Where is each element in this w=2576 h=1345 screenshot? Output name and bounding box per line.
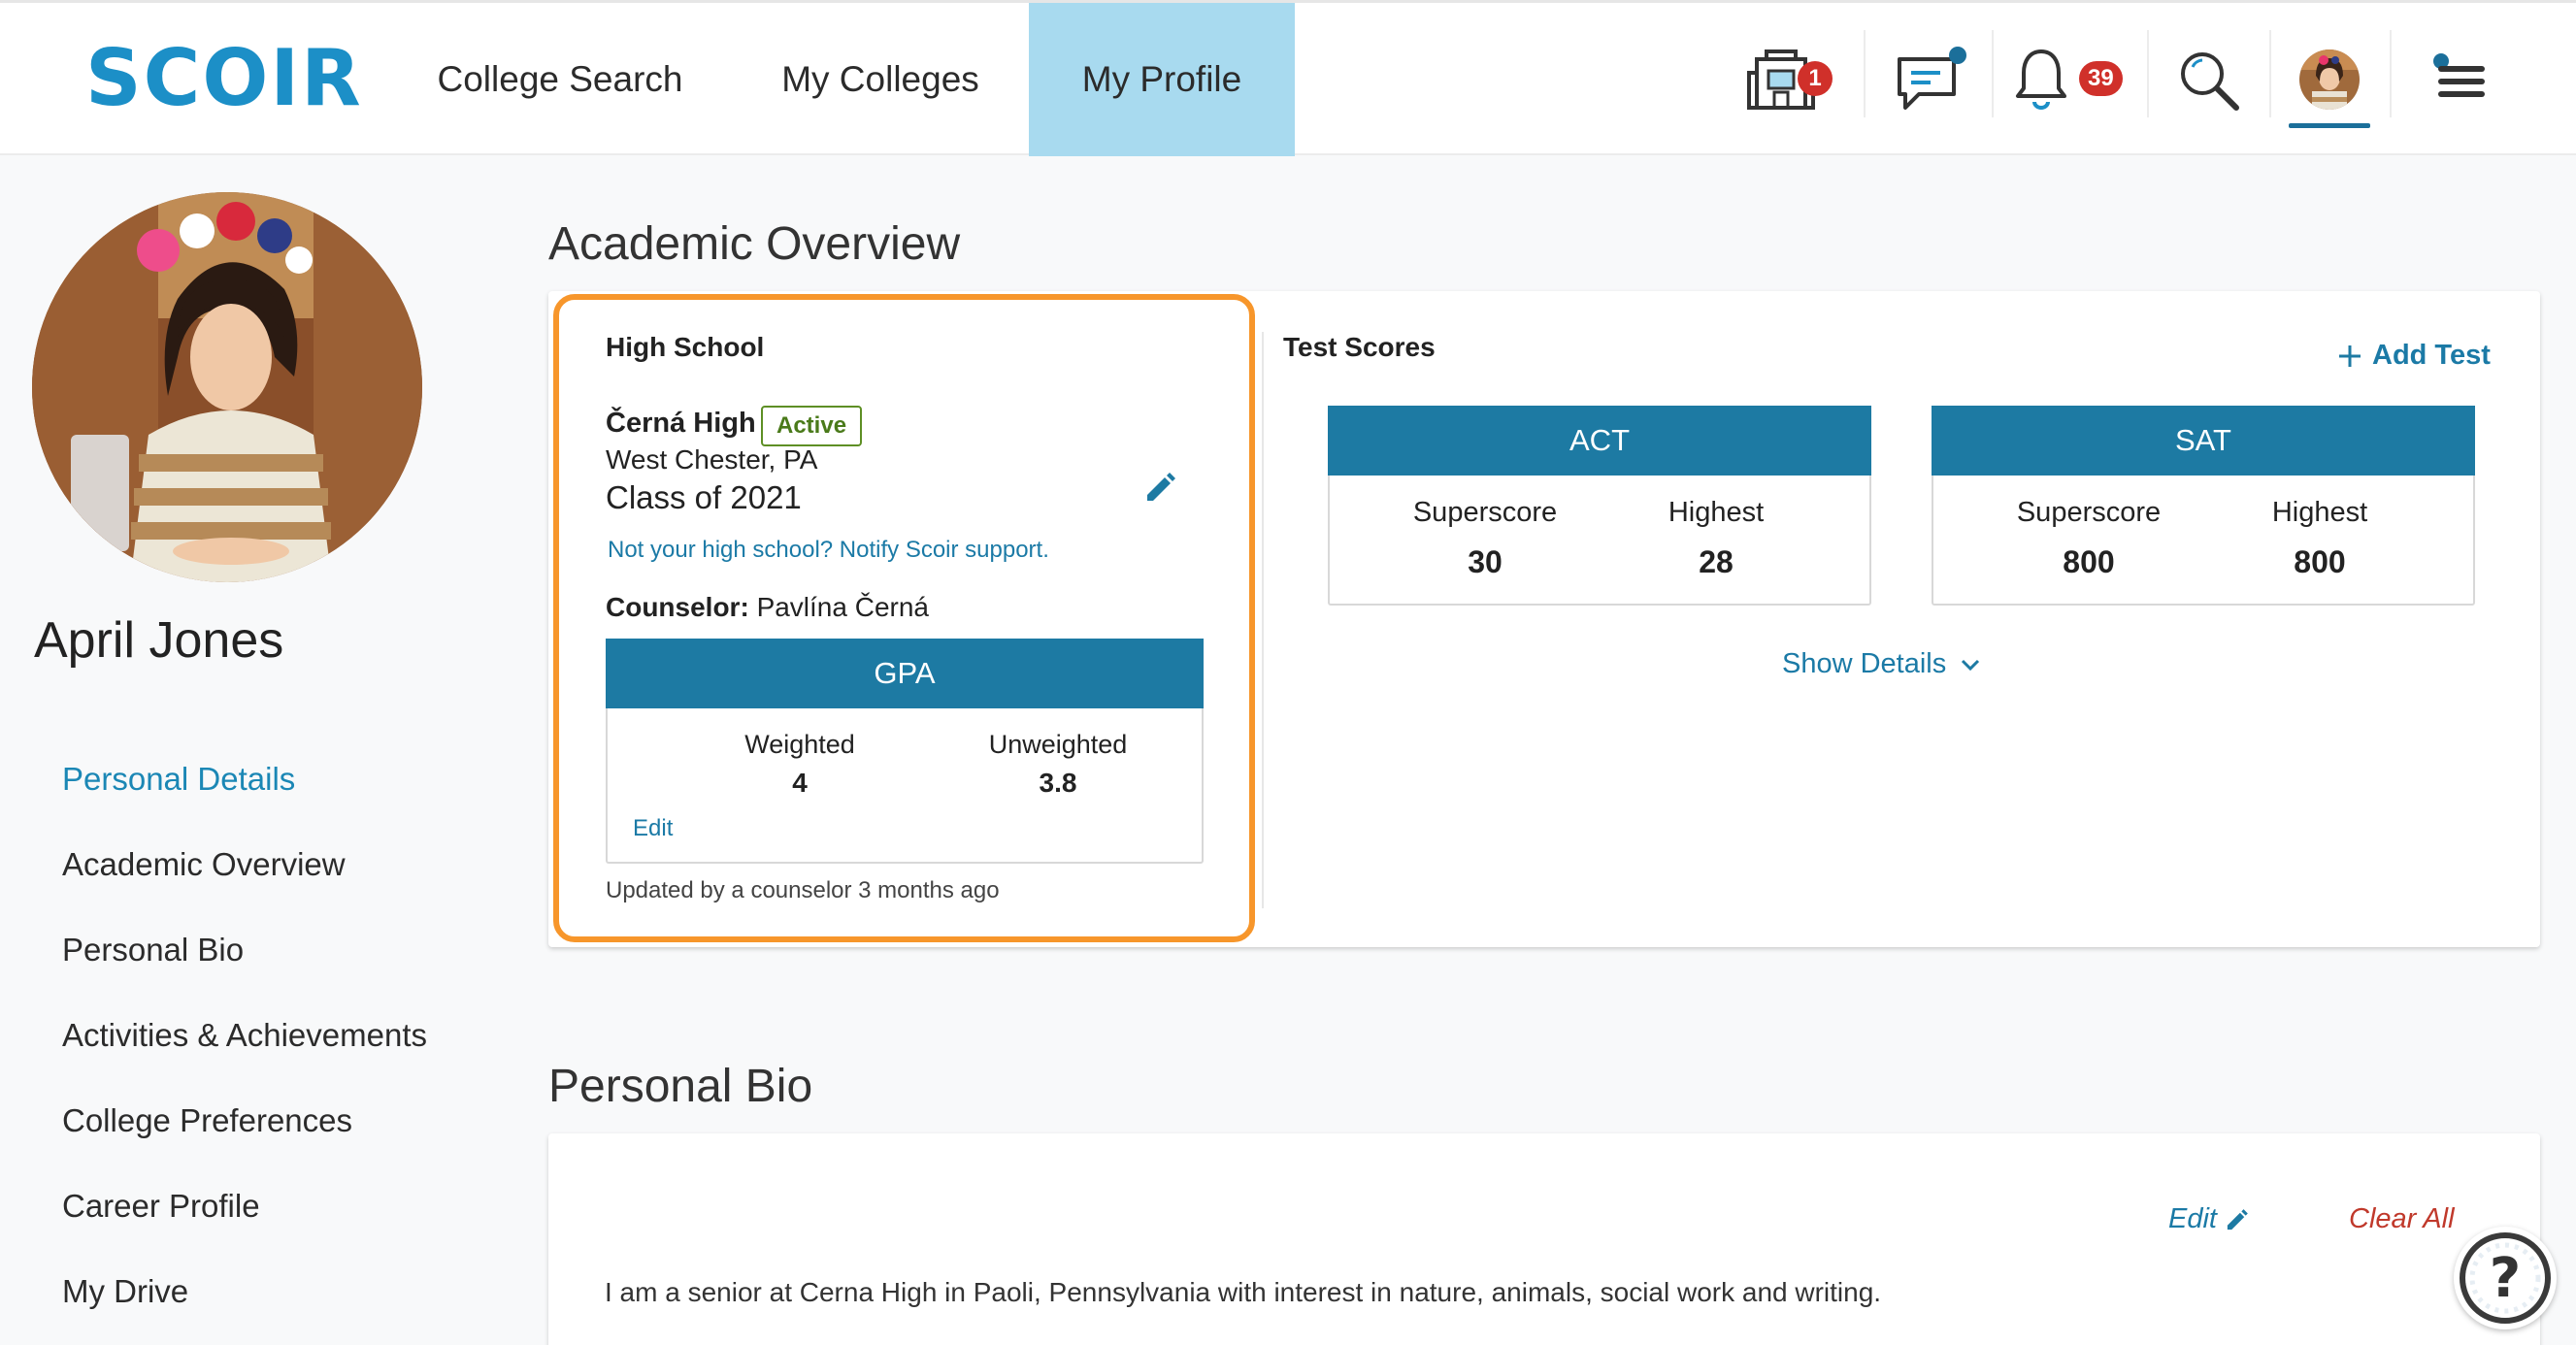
sidebar-item-career-profile[interactable]: Career Profile (62, 1188, 260, 1225)
show-details-label: Show Details (1782, 648, 1947, 679)
divider (1864, 30, 1866, 117)
act-highest-label: Highest (1668, 497, 1765, 528)
test-scores-heading: Test Scores (1283, 332, 1436, 362)
account-avatar-button[interactable] (2291, 3, 2368, 156)
high-school-highlight (553, 294, 1255, 942)
sat-superscore-label: Superscore (2016, 497, 2162, 528)
sat-highest-label: Highest (2271, 497, 2368, 528)
sat-highest: Highest 800 (2203, 497, 2436, 580)
tab-college-search[interactable]: College Search (408, 3, 712, 156)
help-icon: ? (2460, 1232, 2551, 1324)
student-name: April Jones (34, 612, 284, 669)
bio-edit-button[interactable]: Edit (2168, 1203, 2250, 1235)
sidebar-item-personal-bio[interactable]: Personal Bio (62, 932, 244, 968)
personal-bio-card (548, 1133, 2540, 1345)
bio-clear-all-button[interactable]: Clear All (2349, 1203, 2455, 1235)
tab-my-profile[interactable]: My Profile (1029, 3, 1295, 156)
chat-icon (1898, 47, 1966, 110)
tab-my-colleges[interactable]: My Colleges (747, 3, 1013, 156)
act-superscore-label: Superscore (1412, 497, 1558, 528)
act-highest: Highest 28 (1600, 497, 1833, 580)
panel-divider (1262, 332, 1264, 908)
sidebar-item-my-drive[interactable]: My Drive (62, 1273, 188, 1310)
chevron-down-icon (1962, 659, 1980, 671)
scoir-logo[interactable]: SCOIR (85, 40, 363, 117)
top-header: SCOIR College Search My Colleges My Prof… (0, 0, 2576, 156)
notifications-badge: 39 (2079, 61, 2123, 96)
act-score-card[interactable]: ACT Superscore 30 Highest 28 (1328, 406, 1871, 606)
sidebar-item-academic-overview[interactable]: Academic Overview (62, 846, 346, 883)
hamburger-icon (2433, 53, 2485, 97)
divider (1992, 30, 1994, 117)
colleges-badge: 1 (1798, 61, 1833, 96)
bell-icon (2016, 49, 2066, 110)
divider (2269, 30, 2271, 117)
personal-bio-title: Personal Bio (548, 1061, 813, 1112)
sat-superscore-value: 800 (2063, 544, 2115, 579)
act-superscore: Superscore 30 (1369, 497, 1602, 580)
search-button[interactable] (2164, 3, 2252, 156)
avatar (2299, 49, 2360, 110)
divider (2147, 30, 2149, 117)
pencil-icon (2227, 1208, 2248, 1230)
sat-header: SAT (1932, 406, 2475, 476)
act-header: ACT (1328, 406, 1871, 476)
menu-button[interactable] (2417, 3, 2504, 156)
sidebar-item-college-preferences[interactable]: College Preferences (62, 1102, 352, 1139)
sidebar-item-personal-details[interactable]: Personal Details (62, 761, 295, 798)
divider (2390, 30, 2392, 117)
bio-text: I am a senior at Cerna High in Paoli, Pe… (605, 1277, 1882, 1307)
plus-icon (2339, 344, 2361, 367)
avatar-active-indicator (2289, 123, 2370, 128)
messages-button[interactable] (1883, 3, 1980, 156)
sidebar-item-activities[interactable]: Activities & Achievements (62, 1017, 427, 1054)
help-button[interactable]: ? (2454, 1227, 2557, 1329)
search-icon (2181, 52, 2239, 111)
show-details-button[interactable]: Show Details (1782, 648, 1981, 680)
act-highest-value: 28 (1699, 544, 1734, 579)
bio-edit-label: Edit (2168, 1203, 2217, 1234)
academic-overview-title: Academic Overview (548, 218, 961, 270)
add-test-label: Add Test (2372, 340, 2491, 371)
sat-superscore: Superscore 800 (1972, 497, 2205, 580)
svg-text:?: ? (2490, 1247, 2521, 1310)
profile-photo (32, 192, 422, 582)
notifications-button[interactable] (2007, 3, 2075, 156)
act-superscore-value: 30 (1468, 544, 1503, 579)
add-test-button[interactable]: Add Test (2337, 340, 2491, 372)
sat-score-card[interactable]: SAT Superscore 800 Highest 800 (1932, 406, 2475, 606)
sat-highest-value: 800 (2294, 544, 2346, 579)
